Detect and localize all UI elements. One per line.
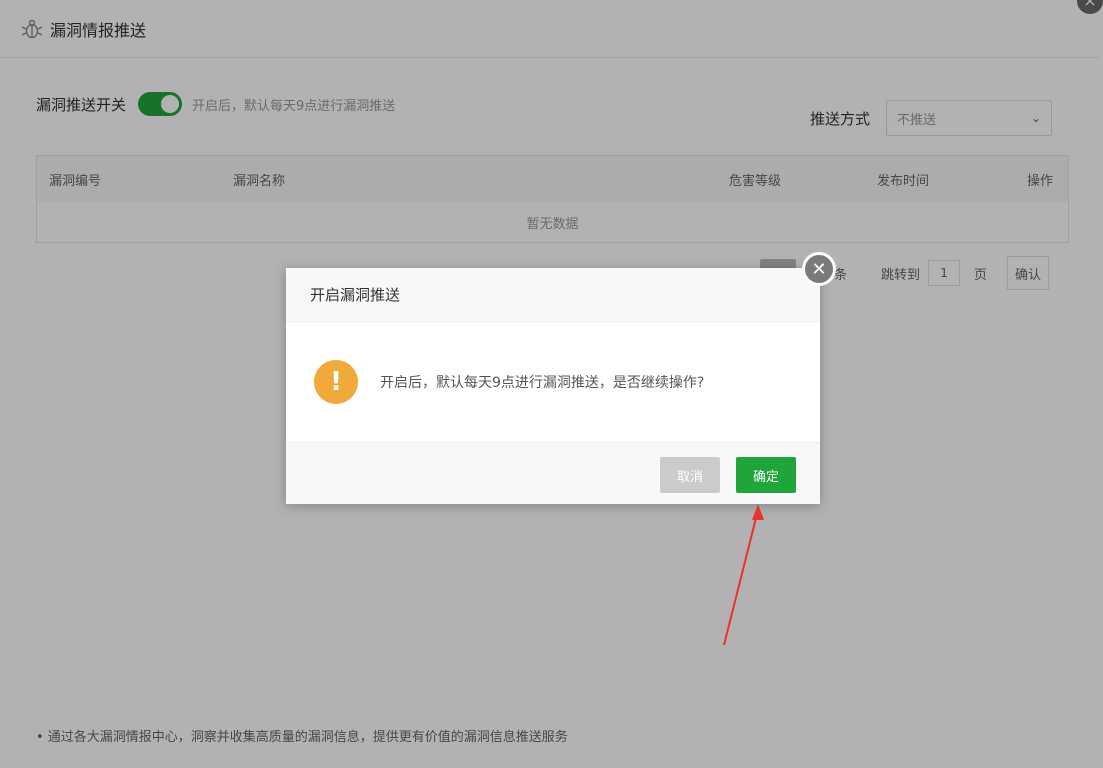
confirm-button[interactable]: 确定: [736, 457, 796, 493]
confirm-dialog: 开启漏洞推送 ✕ ! 开启后，默认每天9点进行漏洞推送，是否继续操作? 取消 确…: [286, 252, 836, 504]
dialog-title: 开启漏洞推送: [286, 268, 820, 322]
dialog-footer: 取消 确定: [286, 442, 820, 504]
dialog-close-icon[interactable]: ✕: [802, 252, 836, 286]
dialog-body: ! 开启后，默认每天9点进行漏洞推送，是否继续操作?: [286, 322, 820, 442]
cancel-button[interactable]: 取消: [660, 457, 720, 493]
warning-icon: !: [314, 360, 358, 404]
dialog-message: 开启后，默认每天9点进行漏洞推送，是否继续操作?: [380, 375, 705, 391]
